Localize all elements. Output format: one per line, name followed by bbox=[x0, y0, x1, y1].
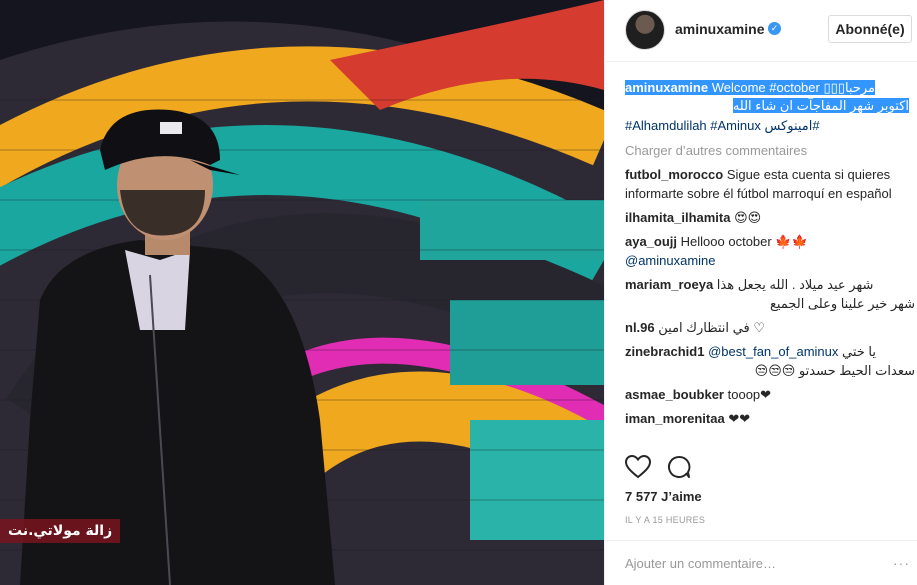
load-more-comments-link[interactable]: Charger d’autres commentaires bbox=[625, 142, 915, 160]
comment-username[interactable]: mariam_roeya bbox=[625, 277, 713, 292]
likes-count[interactable]: 7 577 J’aime bbox=[625, 489, 702, 504]
comment-username[interactable]: aya_oujj bbox=[625, 234, 677, 249]
comment-text: 😍😍 bbox=[734, 210, 762, 225]
comment-text-line2: شهر خير علينا وعلى الجميع bbox=[770, 296, 915, 311]
following-button[interactable]: Abonné(e) bbox=[828, 15, 912, 43]
comment-item: ilhamita_ilhamita 😍😍 bbox=[625, 208, 915, 227]
comment-input[interactable] bbox=[625, 553, 895, 573]
caption-hashtags[interactable]: #Alhamdulilah #Aminux bbox=[625, 118, 761, 133]
avatar[interactable] bbox=[625, 10, 665, 50]
post-sidebar: aminuxamine ✓ Abonné(e) aminuxamine Welc… bbox=[604, 0, 917, 585]
comment-text: شهر عيد ميلاد . الله يجعل هذا bbox=[716, 277, 874, 292]
comment-item: iman_morenitaa ❤❤ bbox=[625, 409, 915, 428]
caption-line1-text: Welcome #october bbox=[708, 80, 824, 95]
caption-line1-arabic: مرحبا bbox=[844, 80, 875, 95]
author-username[interactable]: aminuxamine bbox=[675, 21, 764, 37]
comment-username[interactable]: zinebrachid1 bbox=[625, 344, 704, 359]
post-caption: aminuxamine Welcome #october ▯▯▯مرحبا اك… bbox=[625, 80, 915, 138]
comment-item: aya_oujj Hellooo october 🍁🍁 @aminuxamine bbox=[625, 232, 915, 270]
post-photo[interactable]: زالة مولاتي.نت bbox=[0, 0, 604, 585]
comment-text: في انتظارك امين ♡ bbox=[658, 320, 765, 335]
more-options-icon[interactable]: ··· bbox=[893, 555, 910, 571]
comment-icon[interactable] bbox=[667, 455, 691, 479]
comment-text: tooop❤ bbox=[727, 387, 772, 402]
comment-item: zinebrachid1 @best_fan_of_aminux يا ختي … bbox=[625, 342, 915, 380]
comment-mention[interactable]: @best_fan_of_aminux bbox=[708, 344, 838, 359]
comment-item: futbol_morocco Sigue esta cuenta si quie… bbox=[625, 165, 915, 203]
comment-text: Hellooo october 🍁🍁 bbox=[680, 234, 808, 249]
comment-mention[interactable]: @aminuxamine bbox=[625, 253, 716, 268]
post-actions bbox=[624, 454, 691, 483]
post-header: aminuxamine ✓ Abonné(e) bbox=[605, 0, 917, 62]
comment-text: يا ختي bbox=[842, 344, 876, 359]
instagram-post: زالة مولاتي.نت aminuxamine ✓ Abonné(e) a… bbox=[0, 0, 917, 585]
comment-item: asmae_boubker tooop❤ bbox=[625, 385, 915, 404]
comments-list: aminuxamine Welcome #october ▯▯▯مرحبا اك… bbox=[625, 80, 915, 445]
caption-username[interactable]: aminuxamine bbox=[625, 80, 709, 95]
mural-illustration bbox=[0, 0, 604, 585]
comment-text: ❤❤ bbox=[728, 411, 751, 426]
caption-arabic-hashtag[interactable]: امينوكس# bbox=[764, 118, 819, 133]
comment-username[interactable]: asmae_boubker bbox=[625, 387, 724, 402]
caption-line1-boxes: ▯▯▯ bbox=[823, 80, 845, 95]
watermark-text: زالة مولاتي.نت bbox=[0, 519, 121, 543]
comment-username[interactable]: iman_morenitaa bbox=[625, 411, 725, 426]
verified-badge-icon: ✓ bbox=[768, 22, 781, 35]
comment-item: nl.96 في انتظارك امين ♡ bbox=[625, 318, 915, 337]
post-timestamp[interactable]: IL Y A 15 HEURES bbox=[625, 515, 705, 525]
caption-line2: اكتوبر شهر المفاجآت ان شاء الله bbox=[732, 98, 909, 113]
comment-username[interactable]: futbol_morocco bbox=[625, 167, 723, 182]
add-comment-bar: ··· bbox=[605, 540, 917, 585]
heart-icon[interactable] bbox=[624, 454, 652, 479]
comment-text-line2: سعدات الحيط حسدتو 😒😒😒 bbox=[754, 363, 915, 378]
comment-username[interactable]: nl.96 bbox=[625, 320, 655, 335]
comment-item: mariam_roeya شهر عيد ميلاد . الله يجعل ه… bbox=[625, 275, 915, 313]
comment-username[interactable]: ilhamita_ilhamita bbox=[625, 210, 730, 225]
